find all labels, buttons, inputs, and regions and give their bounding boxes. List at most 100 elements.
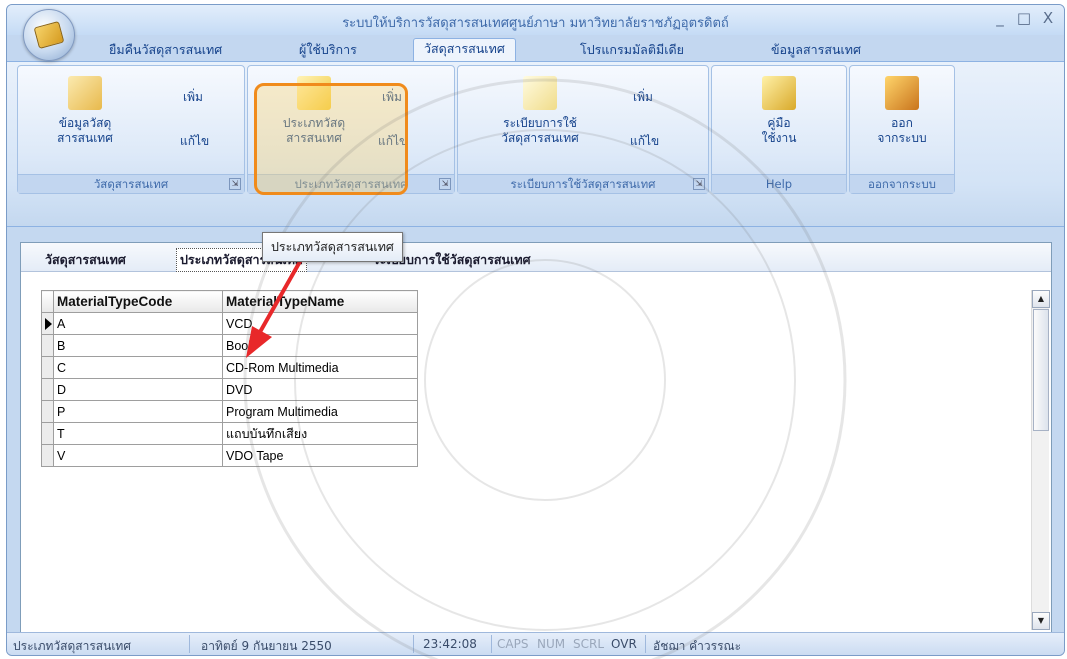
status-bar: ประเภทวัสดุสารสนเทศ อาทิตย์ 9 กันยายน 25… [7,632,1064,655]
current-row-icon [45,317,52,330]
ribbon-group-label: ระเบียบการใช้วัสดุสารสนเทศ [458,174,708,193]
application-menu-button[interactable] [23,9,75,61]
rules-label-1: ระเบียบการใช้ [503,116,577,130]
status-scrl: SCRL [573,637,605,651]
row-selector[interactable] [41,312,54,335]
table-row[interactable]: C CD-Rom Multimedia [41,356,418,379]
row-selector[interactable] [41,378,54,401]
row-selector[interactable] [41,334,54,357]
tab-materials[interactable]: วัสดุสารสนเทศ [413,38,516,62]
cell-name[interactable]: VDO Tape [222,444,418,467]
rules-edit-button[interactable]: แก้ไข [630,132,659,151]
dialog-launcher-icon[interactable]: ⇲ [693,178,705,190]
status-divider [645,635,646,653]
close-button[interactable]: X [1040,9,1056,27]
ribbon-group-label: Help [712,174,846,193]
tab-information[interactable]: ข้อมูลสารสนเทศ [761,40,871,61]
grid-corner [41,290,54,313]
ribbon-group-help: คู่มือ ใช้งาน Help [711,65,847,194]
notepad-icon [523,76,557,110]
status-ovr: OVR [611,637,637,651]
subtab-bar: วัสดุสารสนเทศ ประเภทวัสดุสารสนเทศ ระเบีย… [21,243,1051,272]
column-header-code[interactable]: MaterialTypeCode [53,290,223,313]
scroll-up-icon[interactable]: ▲ [1032,290,1050,308]
cell-code[interactable]: T [53,422,223,445]
table-row[interactable]: D DVD [41,378,418,401]
cell-name[interactable]: Book [222,334,418,357]
tab-multimedia[interactable]: โปรแกรมมัลติมีเดีย [570,40,694,61]
scroll-down-icon[interactable]: ▼ [1032,612,1050,630]
cell-name[interactable]: VCD [222,312,418,335]
exit-label-1: ออก [891,116,913,130]
table-row[interactable]: V VDO Tape [41,444,418,467]
minimize-button[interactable]: _ [992,9,1008,27]
manual-label-2: ใช้งาน [761,131,797,145]
cell-code[interactable]: D [53,378,223,401]
ribbon-group-label: วัสดุสารสนเทศ [18,174,244,193]
cell-name[interactable]: DVD [222,378,418,401]
highlight-callout [254,83,408,195]
column-header-name[interactable]: MaterialTypeName [222,290,418,313]
row-selector[interactable] [41,400,54,423]
status-date: อาทิตย์ 9 กันยายน 2550 [201,639,332,653]
maximize-button[interactable]: □ [1016,9,1032,27]
status-num: NUM [537,637,566,651]
ribbon-group-label: ออกจากระบบ [850,174,954,193]
ribbon-group-rules: ระเบียบการใช้ วัสดุสารสนเทศ เพิ่ม แก้ไข … [457,65,709,194]
row-selector[interactable] [41,444,54,467]
ribbon: ข้อมูลวัสดุ สารสนเทศ เพิ่ม แก้ไข วัสดุสา… [7,61,1064,227]
exit-door-icon [885,76,919,110]
table-row[interactable]: B Book [41,334,418,357]
material-info-label-1: ข้อมูลวัสดุ [58,116,112,130]
cell-code[interactable]: V [53,444,223,467]
cell-code[interactable]: A [53,312,223,335]
ribbon-group-exit: ออก จากระบบ ออกจากระบบ [849,65,955,194]
tooltip: ประเภทวัสดุสารสนเทศ [262,232,403,262]
status-form: ประเภทวัสดุสารสนเทศ [13,639,131,653]
rules-label-2: วัสดุสารสนเทศ [501,131,579,145]
row-selector[interactable] [41,356,54,379]
row-selector[interactable] [41,422,54,445]
manual-label-1: คู่มือ [767,116,791,130]
table-row[interactable]: P Program Multimedia [41,400,418,423]
table-row[interactable]: A VCD [41,312,418,335]
status-divider [189,635,190,653]
material-type-grid: MaterialTypeCode MaterialTypeName A V CD … [41,290,418,467]
ribbon-group-materials: ข้อมูลวัสดุ สารสนเทศ เพิ่ม แก้ไข วัสดุสา… [17,65,245,194]
book-icon [33,21,65,49]
material-add-button[interactable]: เพิ่ม [183,88,203,107]
tab-borrow-return[interactable]: ยืมคืนวัสดุสารสนเทศ [99,40,232,61]
status-user: อัชฌา คำวรรณะ [653,639,742,653]
status-caps: CAPS [497,637,529,651]
main-panel: วัสดุสารสนเทศ ประเภทวัสดุสารสนเทศ ระเบีย… [20,242,1052,637]
app-window: ระบบให้บริการวัสดุสารสนเทศศูนย์ภาษา มหาว… [6,4,1065,656]
material-info-label-2: สารสนเทศ [57,131,113,145]
window-title: ระบบให้บริการวัสดุสารสนเทศศูนย์ภาษา มหาว… [342,16,729,31]
cell-code[interactable]: C [53,356,223,379]
title-bar: ระบบให้บริการวัสดุสารสนเทศศูนย์ภาษา มหาว… [7,5,1064,35]
scroll-thumb[interactable] [1033,309,1049,431]
cell-code[interactable]: B [53,334,223,357]
manual-button[interactable]: คู่มือ ใช้งาน [734,76,824,146]
status-divider [491,635,492,653]
rules-button[interactable]: ระเบียบการใช้ วัสดุสารสนเทศ [480,76,600,146]
rules-add-button[interactable]: เพิ่ม [633,88,653,107]
material-info-button[interactable]: ข้อมูลวัสดุ สารสนเทศ [40,76,130,146]
dialog-launcher-icon[interactable]: ⇲ [439,178,451,190]
window-controls: _ □ X [992,9,1056,27]
exit-button[interactable]: ออก จากระบบ [857,76,947,146]
document-icon [68,76,102,110]
subtab-materials[interactable]: วัสดุสารสนเทศ [45,250,126,270]
vertical-scrollbar[interactable]: ▲ ▼ [1031,290,1050,630]
exit-label-2: จากระบบ [877,131,927,145]
tab-users[interactable]: ผู้ใช้บริการ [289,40,367,61]
dialog-launcher-icon[interactable]: ⇲ [229,178,241,190]
cell-name[interactable]: Program Multimedia [222,400,418,423]
cell-name[interactable]: CD-Rom Multimedia [222,356,418,379]
status-time: 23:42:08 [423,637,477,651]
cell-code[interactable]: P [53,400,223,423]
material-edit-button[interactable]: แก้ไข [180,132,209,151]
table-row[interactable]: T แถบบันทึกเสียง [41,422,418,445]
status-divider [413,635,414,653]
cell-name[interactable]: แถบบันทึกเสียง [222,422,418,445]
